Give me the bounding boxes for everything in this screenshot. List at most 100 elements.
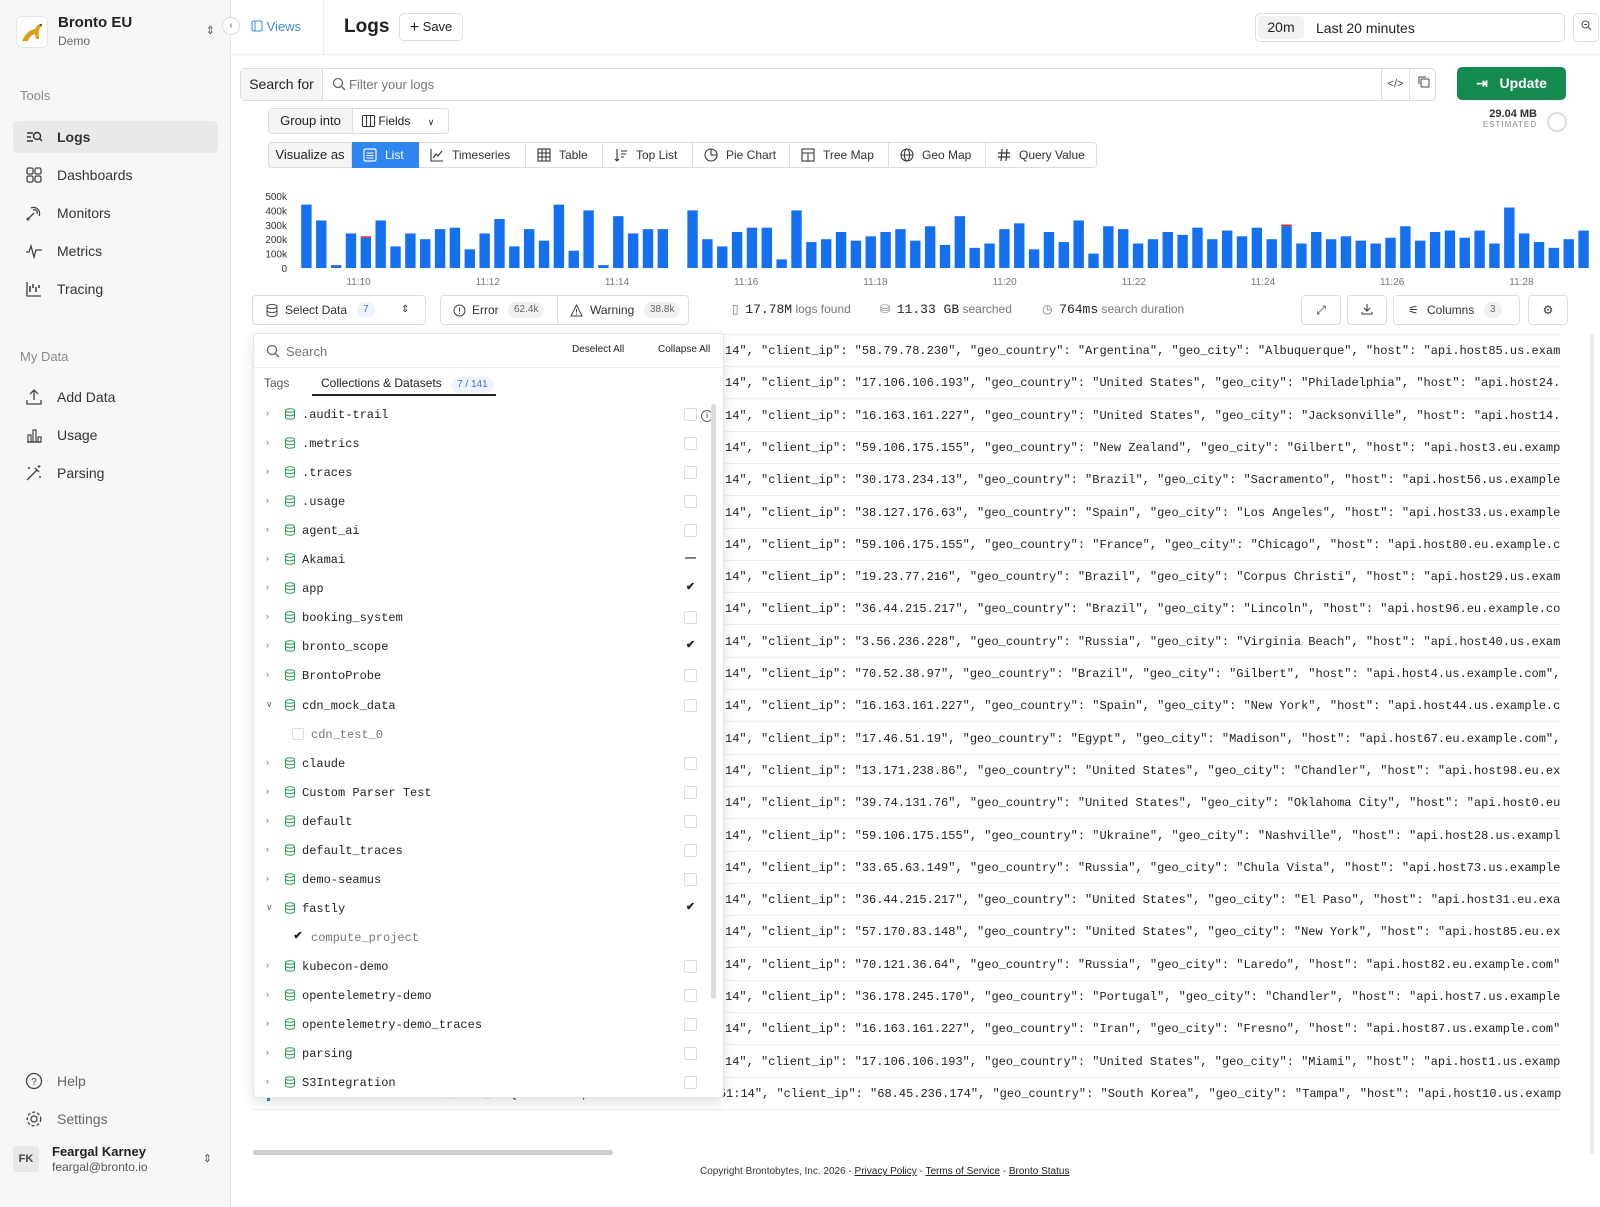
privacy-link[interactable]: Privacy Policy <box>855 1166 917 1177</box>
settings-button[interactable]: ⚙ <box>1528 295 1568 325</box>
chevron-right-icon[interactable]: › <box>266 408 269 418</box>
chart-bar[interactable] <box>731 232 743 268</box>
chart-bar[interactable] <box>1325 239 1337 268</box>
collection-checkbox[interactable] <box>684 1018 697 1032</box>
status-link[interactable]: Bronto Status <box>1009 1166 1070 1177</box>
collection-item[interactable]: › demo-seamus <box>254 865 712 894</box>
collection-checkbox[interactable]: ✔ <box>684 901 697 915</box>
chart-bar[interactable] <box>1162 232 1173 268</box>
chart-bar[interactable] <box>835 232 847 268</box>
collection-checkbox[interactable]: — <box>684 553 697 566</box>
chevron-right-icon[interactable]: › <box>266 757 269 767</box>
chart-bar[interactable] <box>1132 243 1144 268</box>
collection-item[interactable]: › parsing <box>254 1039 712 1068</box>
chart-bar[interactable] <box>1266 239 1277 268</box>
chart-bar[interactable] <box>1192 227 1203 268</box>
chart-bar[interactable] <box>702 239 713 268</box>
horizontal-scrollbar[interactable] <box>253 1150 613 1155</box>
chevron-right-icon[interactable]: › <box>266 669 269 679</box>
collection-checkbox[interactable] <box>684 437 697 451</box>
chart-error-bar[interactable] <box>360 236 372 238</box>
chart-bar[interactable] <box>1400 226 1411 268</box>
search-input[interactable] <box>349 73 1369 96</box>
chevron-right-icon[interactable]: › <box>266 466 269 476</box>
collection-checkbox[interactable] <box>684 611 697 625</box>
dataset-search-input[interactable] <box>286 342 526 360</box>
tab-tags[interactable]: Tags <box>264 376 289 390</box>
select-data-button[interactable]: Select Data 7 ⇕ <box>252 295 426 325</box>
chart-bar[interactable] <box>1385 237 1396 268</box>
collection-item[interactable]: › default <box>254 807 712 836</box>
collapse-all-button[interactable]: Collapse All <box>658 344 710 355</box>
chevron-right-icon[interactable]: › <box>266 960 269 970</box>
dataset-checkbox[interactable]: ✔ <box>292 930 304 943</box>
chart-bar[interactable] <box>954 216 966 268</box>
chart-bar[interactable] <box>820 239 832 268</box>
chart-bar[interactable] <box>613 216 624 268</box>
chart-bar[interactable] <box>895 229 906 268</box>
chart-bar[interactable] <box>1103 226 1114 268</box>
chart-bar[interactable] <box>969 247 980 268</box>
chevron-right-icon[interactable]: › <box>266 1076 269 1086</box>
chart-bar[interactable] <box>449 227 461 268</box>
collection-item[interactable]: › Custom Parser Test <box>254 778 712 807</box>
collection-checkbox[interactable] <box>684 669 697 683</box>
chevron-down-icon[interactable]: ∨ <box>266 902 273 913</box>
collection-item[interactable]: ∨ ✔ fastly <box>254 894 712 923</box>
columns-button[interactable]: ⚟ Columns 3 <box>1393 295 1520 325</box>
dataset-item[interactable]: cdn_test_0 <box>254 720 712 749</box>
chart-bar[interactable] <box>627 233 639 268</box>
chart-bar[interactable] <box>1118 229 1129 268</box>
collection-checkbox[interactable] <box>684 495 697 509</box>
chart-bar[interactable] <box>316 220 327 268</box>
user-menu[interactable]: FK Feargal Karney feargal@bronto.io ⇕ <box>13 1140 218 1190</box>
chart-bar[interactable] <box>1028 249 1040 268</box>
dataset-list-scrollbar[interactable] <box>711 404 716 999</box>
chevron-right-icon[interactable]: › <box>266 815 269 825</box>
chart-bar[interactable] <box>434 229 446 268</box>
collection-checkbox[interactable] <box>684 1076 697 1090</box>
chart-bar[interactable] <box>375 220 386 268</box>
collection-item[interactable]: › — Akamai <box>254 545 712 574</box>
download-button[interactable] <box>1347 295 1387 325</box>
sidebar-item-add-data[interactable]: Add Data <box>13 381 218 413</box>
chart-bar[interactable] <box>1548 247 1560 268</box>
chart-bar[interactable] <box>1518 233 1530 268</box>
chart-bar[interactable] <box>776 259 787 268</box>
copy-button[interactable] <box>1409 69 1437 100</box>
collection-item[interactable]: › kubecon-demo <box>254 952 712 981</box>
chart-bar[interactable] <box>850 240 862 268</box>
chart-bar[interactable] <box>642 229 654 268</box>
collection-checkbox[interactable] <box>684 1047 697 1061</box>
collection-checkbox[interactable] <box>684 989 697 1002</box>
chart-bar[interactable] <box>1340 236 1352 268</box>
chart-bar[interactable] <box>509 246 520 268</box>
collection-item[interactable]: › claude <box>254 749 712 778</box>
viz-query-value[interactable]: Query Value <box>986 142 1097 168</box>
chart-bar[interactable] <box>301 204 312 268</box>
chart-bar[interactable] <box>405 233 416 268</box>
chart-bar[interactable] <box>880 232 891 268</box>
chevron-right-icon[interactable]: › <box>266 844 269 854</box>
collection-item[interactable]: › ✔ bronto_scope <box>254 632 712 661</box>
save-button[interactable]: + Save <box>399 13 463 41</box>
chart-bar[interactable] <box>553 204 565 268</box>
sidebar-item-dashboards[interactable]: Dashboards <box>13 159 218 191</box>
chevron-right-icon[interactable]: › <box>266 786 269 796</box>
chart-bar[interactable] <box>583 210 594 268</box>
chart-bar[interactable] <box>360 237 372 268</box>
chevron-right-icon[interactable]: › <box>266 495 269 505</box>
sidebar-item-parsing[interactable]: Parsing <box>13 457 218 489</box>
chart-bar[interactable] <box>1236 236 1248 268</box>
chevron-right-icon[interactable]: › <box>266 611 269 621</box>
chart-bar[interactable] <box>1177 234 1188 268</box>
collection-checkbox[interactable] <box>684 872 697 886</box>
chevron-right-icon[interactable]: › <box>266 437 269 447</box>
sidebar-item-metrics[interactable]: Metrics <box>13 235 218 267</box>
update-button[interactable]: ⇥ Update <box>1457 67 1566 100</box>
chart-bar[interactable] <box>1073 220 1084 268</box>
chart-bar[interactable] <box>538 240 550 268</box>
collection-checkbox[interactable] <box>684 814 697 828</box>
chart-bar[interactable] <box>1429 232 1441 268</box>
terms-link[interactable]: Terms of Service <box>926 1166 1000 1177</box>
